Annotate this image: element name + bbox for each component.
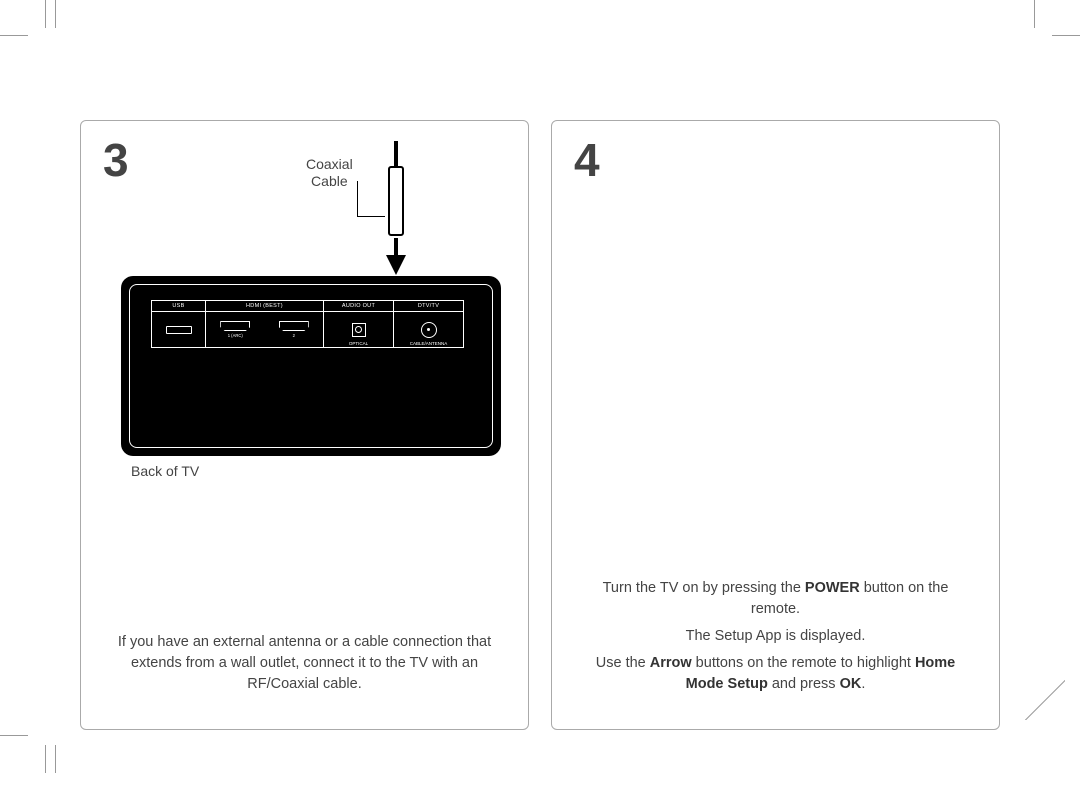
- step-number: 4: [574, 133, 600, 187]
- hdmi-port-group: HDMI (BEST) 1 (ARC) 2: [206, 300, 324, 348]
- step-3-text: If you have an external antenna or a cab…: [101, 632, 508, 709]
- optical-label: OPTICAL: [324, 341, 393, 346]
- page: 3 Coaxial Cable USB: [60, 40, 1020, 730]
- cable-antenna-label: CABLE/ANTENNA: [394, 341, 463, 346]
- step-4-p3: Use the Arrow buttons on the remote to h…: [578, 653, 973, 695]
- usb-port-icon: [166, 326, 192, 334]
- crop-mark: [55, 0, 56, 28]
- usb-port-group: USB: [151, 300, 206, 348]
- text: .: [861, 676, 865, 692]
- port-panel: USB HDMI (BEST) 1 (ARC): [151, 300, 471, 348]
- crop-mark: [0, 35, 28, 36]
- crop-mark: [55, 745, 56, 773]
- crop-mark: [45, 745, 46, 773]
- hdmi-port-icon: [279, 321, 309, 331]
- bold-text: Arrow: [650, 655, 692, 671]
- hdmi2-label: 2: [293, 333, 295, 338]
- crop-mark: [1034, 0, 1035, 28]
- audio-port-group: AUDIO OUT OPTICAL: [324, 300, 394, 348]
- tv-back-graphic: USB HDMI (BEST) 1 (ARC): [121, 276, 501, 456]
- coax-port-icon: [421, 322, 437, 338]
- panels-row: 3 Coaxial Cable USB: [80, 120, 1000, 730]
- step-3-paragraph: If you have an external antenna or a cab…: [107, 632, 502, 695]
- text: and press: [768, 676, 840, 692]
- step-4-text: Turn the TV on by pressing the POWER but…: [572, 578, 979, 709]
- corner-diagonal: [1025, 680, 1065, 720]
- step-4-p2: The Setup App is displayed.: [578, 626, 973, 647]
- hdmi-port-icon: [220, 321, 250, 331]
- arrow-down-icon: [386, 255, 406, 275]
- audio-header: AUDIO OUT: [324, 301, 393, 312]
- coax-l2: Cable: [311, 173, 348, 189]
- optical-port-icon: [352, 323, 366, 337]
- coaxial-cable-icon: [386, 141, 406, 288]
- coax-l1: Coaxial: [306, 156, 353, 172]
- step-4-p1: Turn the TV on by pressing the POWER but…: [578, 578, 973, 620]
- text: Use the: [596, 655, 650, 671]
- crop-mark: [1052, 35, 1080, 36]
- step-4-panel: 4 Turn the TV on by pressing the POWER b…: [551, 120, 1000, 730]
- dtv-header: DTV/TV: [394, 301, 463, 312]
- usb-header: USB: [152, 301, 205, 312]
- hdmi-header: HDMI (BEST): [206, 301, 323, 312]
- coaxial-cable-label: Coaxial Cable: [306, 156, 353, 190]
- diagram-area: Coaxial Cable USB: [101, 141, 508, 471]
- text: buttons on the remote to highlight: [692, 655, 915, 671]
- hdmi1-label: 1 (ARC): [228, 333, 243, 338]
- crop-mark: [45, 0, 46, 28]
- text: Turn the TV on by pressing the: [603, 580, 805, 596]
- bold-text: POWER: [805, 580, 860, 596]
- crop-mark: [0, 735, 28, 736]
- step-3-panel: 3 Coaxial Cable USB: [80, 120, 529, 730]
- dtv-port-group: DTV/TV CABLE/ANTENNA: [394, 300, 464, 348]
- back-of-tv-label: Back of TV: [131, 463, 199, 479]
- label-leader-line: [357, 181, 385, 217]
- bold-text: OK: [840, 676, 862, 692]
